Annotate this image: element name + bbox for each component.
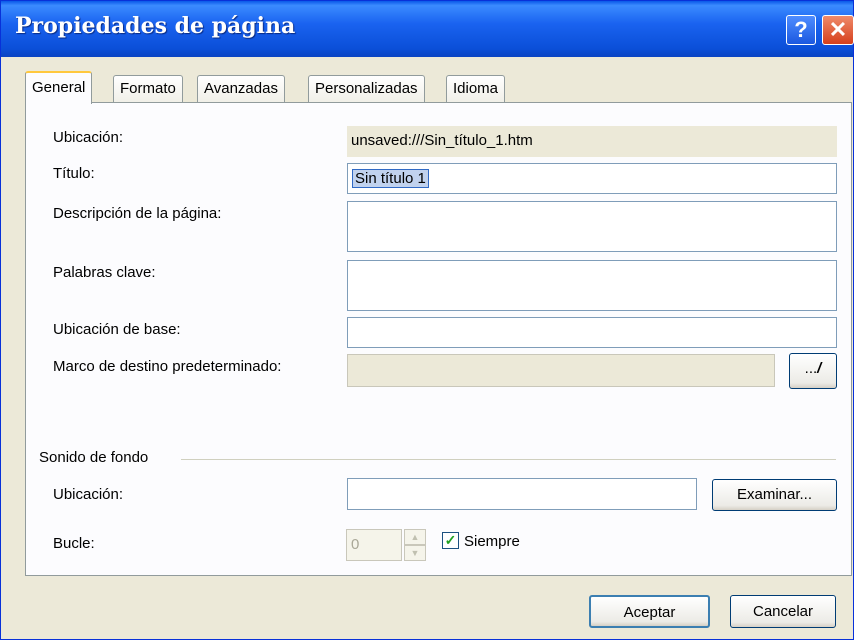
up-arrow-icon: ▲ xyxy=(404,529,426,545)
checkmark-icon: ✓ xyxy=(444,532,457,548)
location-label: Ubicación: xyxy=(53,129,124,146)
pencil-icon: / xyxy=(817,360,822,377)
title-input-selection: Sin título 1 xyxy=(352,169,429,188)
base-location-input[interactable] xyxy=(347,317,837,348)
title-label: Título: xyxy=(53,165,95,182)
background-sound-group-label: Sonido de fondo xyxy=(39,449,155,466)
target-frame-button[interactable]: .../ xyxy=(789,353,837,389)
window-title: Propiedades de página xyxy=(15,13,296,39)
close-button[interactable]: ✕ xyxy=(822,15,854,45)
tab-idioma[interactable]: Idioma xyxy=(446,75,506,103)
keywords-input[interactable] xyxy=(347,260,837,311)
down-arrow-icon: ▼ xyxy=(404,545,426,561)
loop-label: Bucle: xyxy=(53,535,95,552)
sound-location-input[interactable] xyxy=(347,478,697,510)
ok-button[interactable]: Aceptar xyxy=(589,595,710,628)
tab-avanzadas[interactable]: Avanzadas xyxy=(197,75,285,103)
base-location-label: Ubicación de base: xyxy=(53,321,181,338)
description-input[interactable] xyxy=(347,201,837,252)
close-icon: ✕ xyxy=(828,17,848,42)
always-label[interactable]: Siempre xyxy=(464,533,520,550)
tab-personalizadas[interactable]: Personalizadas xyxy=(308,75,425,103)
help-button[interactable]: ? xyxy=(786,15,816,45)
title-bar[interactable]: Propiedades de página ? ✕ xyxy=(1,1,854,57)
question-icon: ? xyxy=(794,17,808,42)
group-divider xyxy=(181,459,836,460)
target-frame-button-dots: ... xyxy=(804,360,818,377)
tab-formato[interactable]: Formato xyxy=(113,75,183,103)
cancel-button[interactable]: Cancelar xyxy=(730,595,836,628)
tab-general[interactable]: General xyxy=(25,71,93,104)
target-frame-label: Marco de destino predeterminado: xyxy=(53,358,282,375)
title-input[interactable]: Sin título 1 xyxy=(347,163,837,194)
always-checkbox[interactable]: ✓ xyxy=(442,532,459,549)
browse-button[interactable]: Examinar... xyxy=(712,479,837,511)
description-label: Descripción de la página: xyxy=(53,205,222,222)
target-frame-input xyxy=(347,354,775,387)
sound-location-label: Ubicación: xyxy=(53,486,124,503)
page-properties-dialog: Propiedades de página ? ✕ General Format… xyxy=(0,0,854,640)
loop-spinner-input: 0 xyxy=(346,529,402,561)
location-value: unsaved:///Sin_título_1.htm xyxy=(347,126,837,157)
keywords-label: Palabras clave: xyxy=(53,264,156,281)
